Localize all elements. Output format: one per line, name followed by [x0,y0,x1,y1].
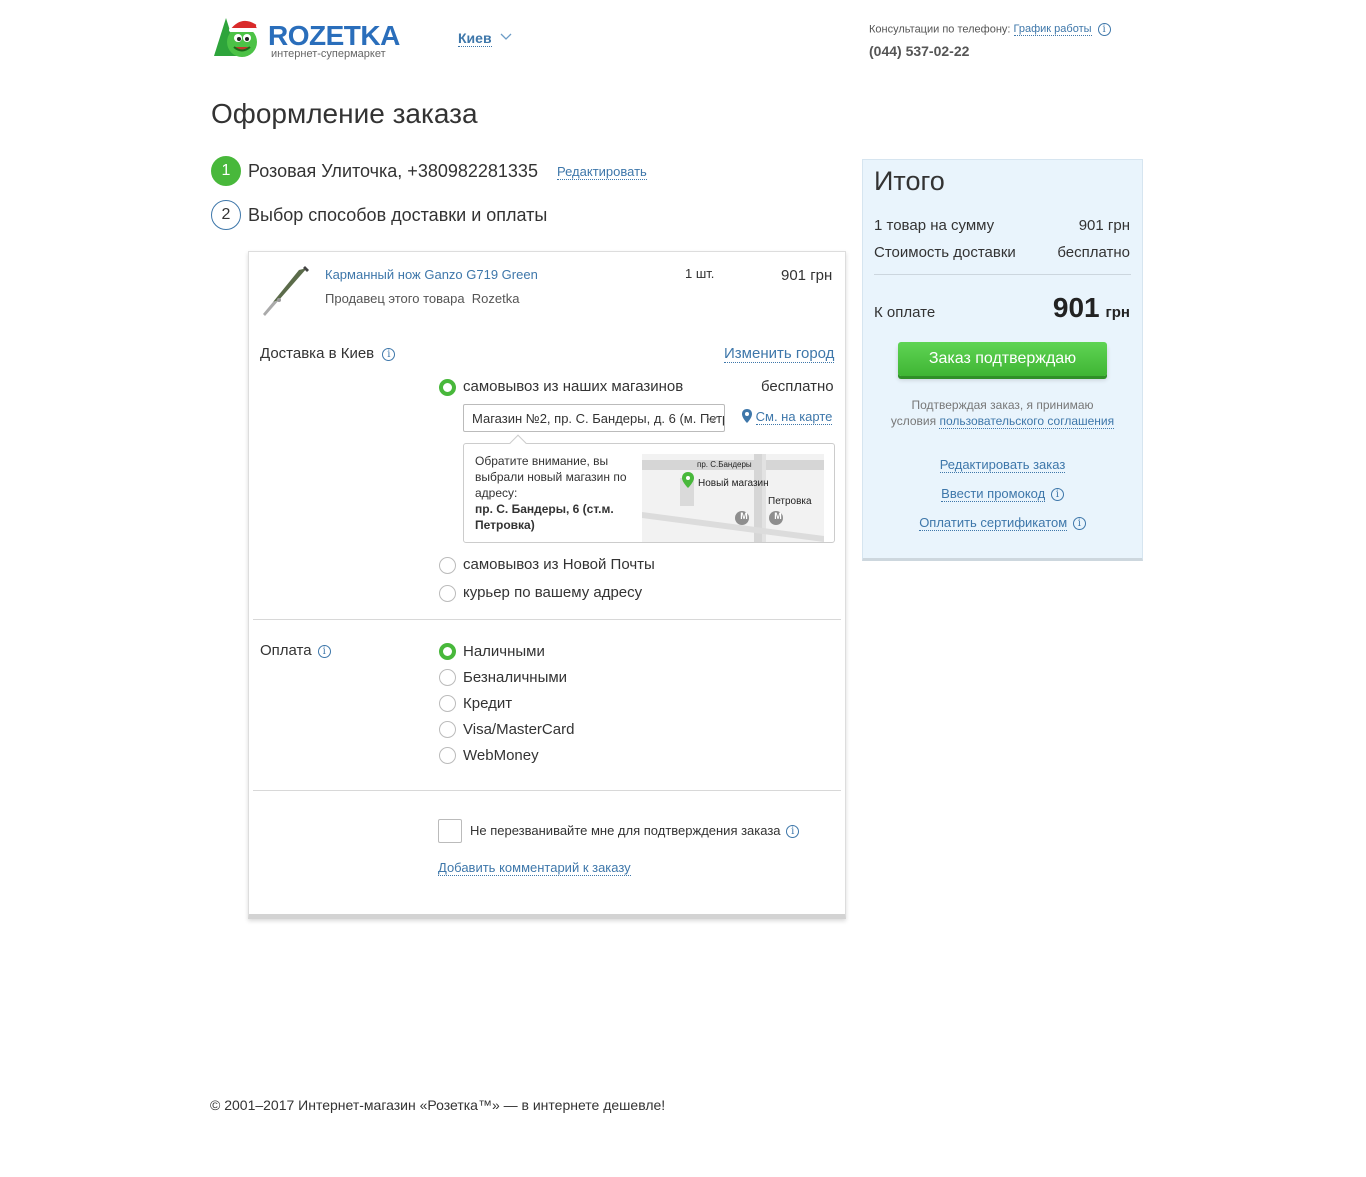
edit-contact-link[interactable]: Редактировать [557,164,647,180]
edit-order-link[interactable]: Редактировать заказ [939,457,1066,473]
step-2-text: Выбор способов доставки и оплаты [248,205,548,225]
info-icon[interactable]: i [317,644,331,658]
notice-tip [509,434,527,452]
divider [874,274,1131,275]
see-map-link[interactable]: См. на карте [755,409,833,425]
divider [253,619,841,620]
rozetka-logo[interactable]: ROZETKA интернет-супермаркет [212,16,402,64]
no-call-label[interactable]: Не перезванивайте мне для подтверждения … [470,823,800,839]
seller-label: Продавец этого товара [325,291,465,306]
agreement-line1: Подтверждая заказ, я принимаю [911,398,1094,412]
add-comment-link[interactable]: Добавить комментарий к заказу [438,860,631,876]
schedule-link[interactable]: График работы [1013,23,1092,37]
city-name: Киев [458,30,492,47]
step-1-text: Розовая Улиточка, +380982281335 [248,161,538,181]
agreement-line2: условия [890,414,937,428]
store-notice: Обратите внимание, вы выбрали новый мага… [463,434,835,543]
summary-total-label: К оплате [874,304,936,321]
info-icon[interactable]: i [1072,517,1086,531]
promo: Ввести промокод i [863,486,1142,502]
product-quantity: 1 шт. [685,266,715,281]
summary-title: Итого [874,166,945,196]
info-icon[interactable]: i [1097,23,1111,36]
product-seller: Продавец этого товара Rozetka [325,291,520,306]
footer-copyright: © 2001–2017 Интернет-магазин «Розетка™» … [210,1097,666,1113]
metro-icon: М [740,511,748,521]
step-2-badge: 2 [211,200,241,230]
delivery-radio-store[interactable] [439,379,456,396]
order-panel: Карманный нож Ganzo G719 Green 1 шт. 901… [248,251,846,919]
user-agreement-link[interactable]: пользовательского соглашения [939,414,1115,429]
notice-message: Обратите внимание, вы выбрали новый мага… [475,454,627,500]
payment-label-text: Оплата [260,642,312,659]
store-select[interactable]: Магазин №2, пр. С. Бандеры, д. 6 (м. Пет… [463,404,725,432]
city-selector[interactable]: Киев [458,30,512,47]
summary-delivery-label: Стоимость доставки [874,244,1016,261]
seller-name: Rozetka [471,291,520,306]
map-street-label: пр. С.Бандеры [697,460,752,469]
delivery-store-price: бесплатно [761,378,834,395]
phone-consult-label: Консультации по телефону: [869,23,1011,36]
certificate: Оплатить сертификатом i [863,515,1142,531]
metro-icon: М [774,511,782,521]
payment-radio-cashless[interactable] [439,669,456,686]
map-pin-icon [742,409,752,423]
map-store-label: Новый магазин [698,478,769,489]
no-call-text: Не перезванивайте мне для подтверждения … [470,823,781,838]
see-map[interactable]: См. на карте [742,409,833,425]
edit-order: Редактировать заказ [863,457,1142,473]
payment-radio-cash[interactable] [439,643,456,660]
info-icon[interactable]: i [1050,488,1064,502]
certificate-link[interactable]: Оплатить сертификатом [919,515,1068,531]
summary-items-value: 901 грн [1078,217,1130,234]
payment-option-cash[interactable]: Наличными [463,643,545,660]
payment-option-cashless[interactable]: Безналичными [463,669,567,686]
summary-currency: грн [1105,304,1130,321]
agreement-text: Подтверждая заказ, я принимаю условия по… [863,397,1142,429]
delivery-label-text: Доставка в Киев [260,345,375,362]
payment-radio-webmoney[interactable] [439,747,456,764]
notice-address: пр. С. Бандеры, 6 (ст.м. Петровка) [475,502,614,532]
delivery-label: Доставка в Киев i [260,345,396,362]
product-knife-image[interactable] [259,262,315,318]
product-name-link[interactable]: Карманный нож Ganzo G719 Green [325,267,538,282]
summary-items-label: 1 товар на сумму [874,217,995,234]
confirm-order-button[interactable]: Заказ подтверждаю [898,342,1107,376]
payment-radio-credit[interactable] [439,695,456,712]
info-icon[interactable]: i [382,347,396,361]
phone-number: (044) 537-02-22 [869,43,970,59]
summary-delivery-value: бесплатно [1057,244,1130,261]
payment-radio-card[interactable] [439,721,456,738]
delivery-radio-nova-poshta[interactable] [439,557,456,574]
step-1-badge: 1 [211,156,241,186]
product-price: 901 грн [781,267,833,284]
promo-link[interactable]: Ввести промокод [941,486,1046,502]
payment-label: Оплата i [260,642,331,659]
info-icon[interactable]: i [786,825,800,839]
store-select-value: Магазин №2, пр. С. Бандеры, д. 6 (м. Пет… [472,411,724,426]
delivery-option-store[interactable]: самовывоз из наших магазинов [463,378,683,395]
payment-option-card[interactable]: Visa/MasterCard [463,721,574,738]
logo-subtitle: интернет-супермаркет [271,48,386,60]
no-call-checkbox[interactable] [438,819,462,843]
map-metro-label: Петровка [768,496,812,507]
delivery-radio-courier[interactable] [439,585,456,602]
divider [253,790,841,791]
chevron-down-icon [500,33,512,40]
logo-mascot-icon [214,18,262,57]
delivery-option-courier[interactable]: курьер по вашему адресу [463,584,642,601]
payment-option-webmoney[interactable]: WebMoney [463,747,539,764]
phone-consult: Консультации по телефону: График работы … [869,23,1111,37]
page-title: Оформление заказа [211,98,478,129]
summary-total: 901 грн [1053,292,1130,324]
notice-text: Обратите внимание, вы выбрали новый мага… [475,453,635,533]
summary-total-value: 901 [1052,292,1100,323]
payment-option-credit[interactable]: Кредит [463,695,512,712]
change-city-link[interactable]: Изменить город [724,345,835,363]
delivery-option-nova-poshta[interactable]: самовывоз из Новой Почты [463,556,655,573]
order-summary: Итого 1 товар на сумму 901 грн Стоимость… [862,159,1143,561]
